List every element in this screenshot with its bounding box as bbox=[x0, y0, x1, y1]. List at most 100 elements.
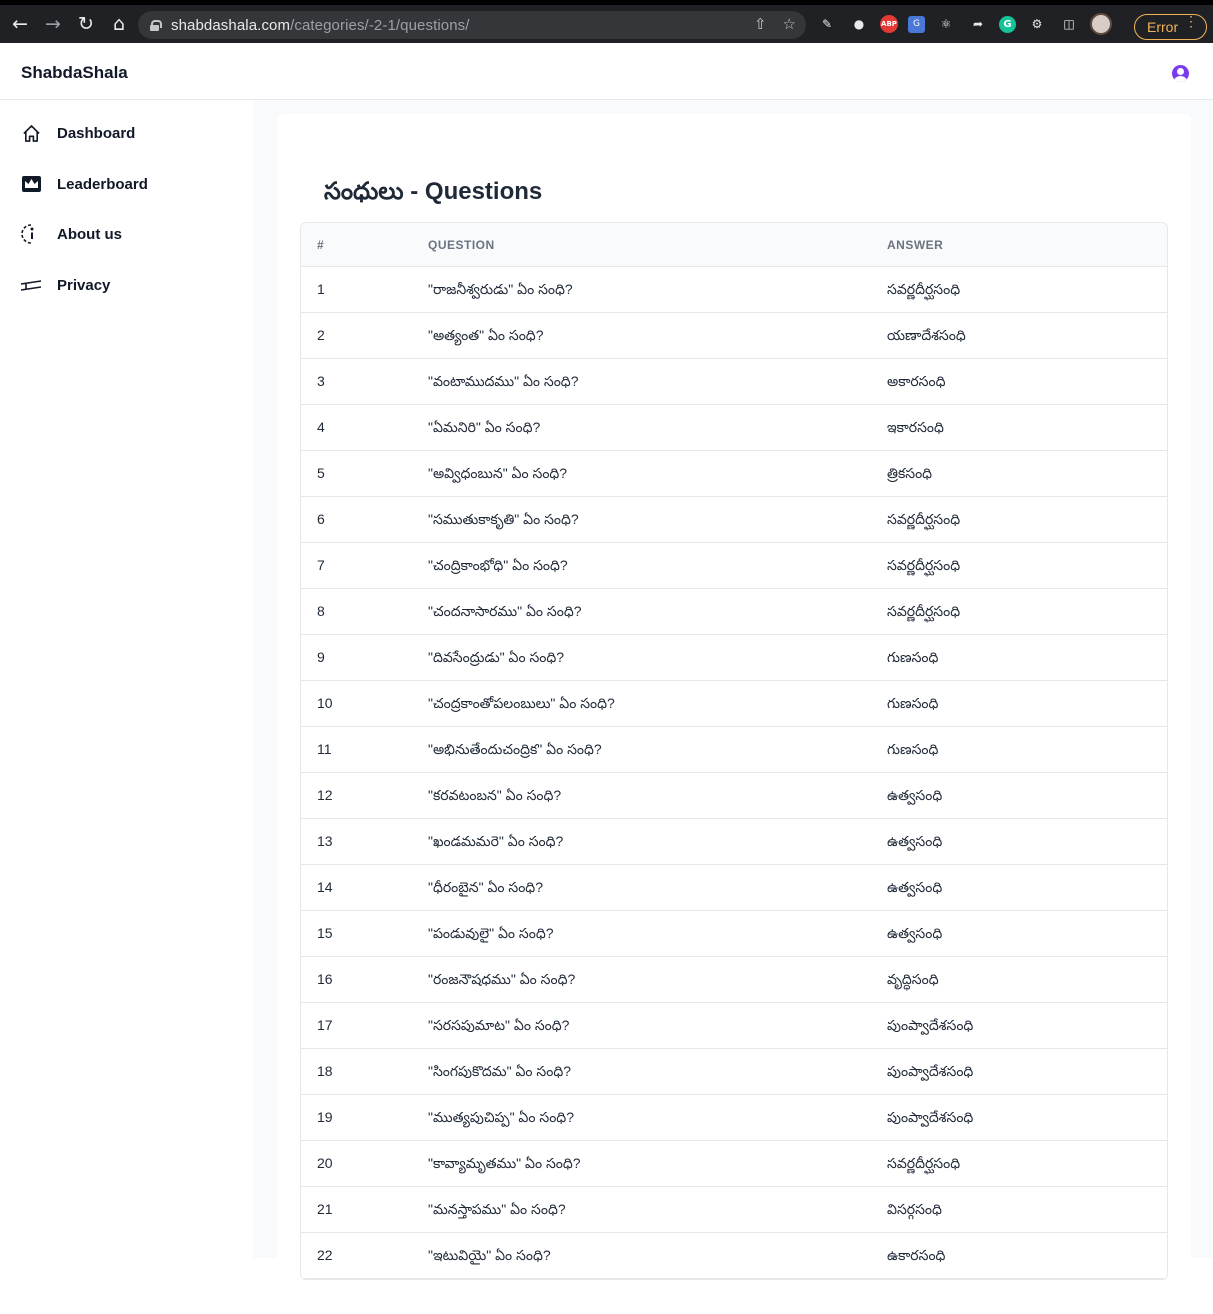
row-answer: వృద్ధిసంధి bbox=[887, 971, 939, 987]
table-row: 4 "ఏమనిరి" ఏం సంధి? ఇకారసంధి bbox=[301, 405, 1167, 451]
table-row: 20 "కావ్యామృతము" ఏం సంధి? సవర్ణదీర్ఘసంధి bbox=[301, 1141, 1167, 1187]
table-row: 3 "వంటాముదము" ఏం సంధి? అకారసంధి bbox=[301, 359, 1167, 405]
table-row: 11 "అభినుతేందుచంద్రిక" ఏం సంధి? గుణసంధి bbox=[301, 727, 1167, 773]
row-number: 19 bbox=[317, 1109, 333, 1125]
address-bar[interactable]: shabdashala.com/categories/-2-1/question… bbox=[138, 11, 806, 39]
row-number: 13 bbox=[317, 833, 333, 849]
row-answer: పుంప్వాదేశసంధి bbox=[887, 1063, 974, 1079]
table-row: 19 "ముత్యపుచిప్ప" ఏం సంధి? పుంప్వాదేశసంధి bbox=[301, 1095, 1167, 1141]
lock-icon[interactable] bbox=[150, 19, 162, 31]
row-answer: యణాదేశసంధి bbox=[887, 327, 966, 343]
row-answer: ఇకారసంధి bbox=[887, 419, 944, 435]
row-question: "రంజనౌషధము" ఏం సంధి? bbox=[428, 971, 576, 987]
cookie-icon[interactable]: ● bbox=[848, 13, 870, 35]
bookmark-star-icon[interactable]: ☆ bbox=[783, 15, 796, 33]
row-question: "సరసపుమాట" ఏం సంధి? bbox=[428, 1017, 570, 1033]
row-answer: సవర్ణదీర్ఘసంధి bbox=[887, 1155, 961, 1171]
row-question: "సింగపుకొదమ" ఏం సంధి? bbox=[428, 1063, 572, 1079]
row-number: 6 bbox=[317, 511, 325, 527]
table-row: 8 "చందనాసారము" ఏం సంధి? సవర్ణదీర్ఘసంధి bbox=[301, 589, 1167, 635]
row-answer: పుంప్వాదేశసంధి bbox=[887, 1109, 974, 1125]
table-row: 17 "సరసపుమాట" ఏం సంధి? పుంప్వాదేశసంధి bbox=[301, 1003, 1167, 1049]
row-number: 3 bbox=[317, 373, 325, 389]
row-answer: సవర్ణదీర్ఘసంధి bbox=[887, 511, 961, 527]
row-question: "ఏమనిరి" ఏం సంధి? bbox=[428, 419, 541, 435]
row-question: "చందనాసారము" ఏం సంధి? bbox=[428, 603, 582, 619]
puzzle-icon[interactable]: ⚙ bbox=[1026, 13, 1048, 35]
privacy-icon bbox=[20, 274, 42, 296]
table-row: 6 "సముతుకాకృతి" ఏం సంధి? సవర్ణదీర్ఘసంధి bbox=[301, 497, 1167, 543]
error-button[interactable]: Error ⋮ bbox=[1134, 14, 1207, 40]
row-question: "అభినుతేందుచంద్రిక" ఏం సంధి? bbox=[428, 741, 602, 757]
grammarly-icon[interactable]: G bbox=[999, 15, 1016, 33]
table-body: 1 "రాజనీశ్వరుడు" ఏం సంధి? సవర్ణదీర్ఘసంధి 2 "… bbox=[301, 267, 1167, 1279]
row-number: 8 bbox=[317, 603, 325, 619]
row-answer: గుణసంధి bbox=[887, 741, 939, 757]
row-answer: గుణసంధి bbox=[887, 649, 939, 665]
sidebar-item-leaderboard[interactable]: Leaderboard bbox=[20, 171, 148, 197]
forward-icon[interactable]: → bbox=[37, 8, 69, 40]
translate-icon[interactable]: G bbox=[908, 15, 925, 33]
sidebar-toggle-icon[interactable]: ◫ bbox=[1058, 13, 1080, 35]
row-answer: ఉకారసంధి bbox=[887, 1247, 946, 1263]
row-number: 7 bbox=[317, 557, 325, 573]
row-answer: సవర్ణదీర్ఘసంధి bbox=[887, 557, 961, 573]
row-question: "సముతుకాకృతి" ఏం సంధి? bbox=[428, 511, 579, 527]
sidebar-item-dashboard[interactable]: Dashboard bbox=[20, 120, 135, 146]
atom-icon[interactable]: ⚛ bbox=[935, 13, 957, 35]
row-answer: విసర్గసంధి bbox=[887, 1201, 942, 1217]
row-question: "రాజనీశ్వరుడు" ఏం సంధి? bbox=[428, 281, 573, 297]
row-answer: ఉత్వసంధి bbox=[887, 833, 943, 849]
profile-avatar[interactable] bbox=[1090, 13, 1112, 35]
header-answer: ANSWER bbox=[887, 238, 944, 252]
user-account-icon[interactable] bbox=[1172, 65, 1189, 82]
row-answer: అకారసంధి bbox=[887, 373, 946, 389]
logo[interactable]: ShabdaShala bbox=[21, 63, 128, 83]
table-header: # QUESTION ANSWER bbox=[301, 223, 1167, 267]
row-question: "చంద్రికాంభోధి" ఏం సంధి? bbox=[428, 557, 568, 573]
table-row: 14 "ధీరంబైన" ఏం సంధి? ఉత్వసంధి bbox=[301, 865, 1167, 911]
reload-icon[interactable]: ↻ bbox=[70, 8, 102, 40]
row-number: 17 bbox=[317, 1017, 333, 1033]
table-row: 22 "ఇటువియై" ఏం సంధి? ఉకారసంధి bbox=[301, 1233, 1167, 1279]
row-number: 11 bbox=[317, 741, 332, 757]
sidebar-item-about[interactable]: About us bbox=[20, 221, 122, 247]
row-question: "కరవటంబన" ఏం సంధి? bbox=[428, 787, 562, 803]
row-number: 20 bbox=[317, 1155, 333, 1171]
page-title: సంధులు - Questions bbox=[324, 178, 543, 205]
table-row: 15 "పండువులై" ఏం సంధి? ఉత్వసంధి bbox=[301, 911, 1167, 957]
table-row: 2 "అత్యంత" ఏం సంధి? యణాదేశసంధి bbox=[301, 313, 1167, 359]
row-answer: గుణసంధి bbox=[887, 695, 939, 711]
row-number: 15 bbox=[317, 925, 333, 941]
pen-icon[interactable]: ✎ bbox=[816, 13, 838, 35]
back-icon[interactable]: ← bbox=[4, 8, 36, 40]
row-number: 14 bbox=[317, 879, 333, 895]
row-number: 4 bbox=[317, 419, 325, 435]
adblock-icon[interactable]: ABP bbox=[880, 15, 898, 33]
row-answer: త్రికసంధి bbox=[887, 465, 933, 481]
sidebar-item-label: Privacy bbox=[57, 276, 111, 294]
row-answer: ఉత్వసంధి bbox=[887, 879, 943, 895]
row-number: 16 bbox=[317, 971, 333, 987]
more-icon[interactable]: ⋮ bbox=[1184, 14, 1198, 28]
browser-toolbar: ← → ↻ ⌂ shabdashala.com/categories/-2-1/… bbox=[0, 0, 1213, 43]
row-number: 21 bbox=[317, 1201, 333, 1217]
sidebar-item-label: Dashboard bbox=[57, 124, 136, 142]
arrow-extension-icon[interactable]: ➦ bbox=[967, 13, 989, 35]
home-icon[interactable]: ⌂ bbox=[103, 8, 135, 40]
questions-table: # QUESTION ANSWER 1 "రాజనీశ్వరుడు" ఏం సంధ… bbox=[300, 222, 1168, 1280]
sidebar-item-label: Leaderboard bbox=[57, 175, 148, 193]
home-icon bbox=[20, 122, 42, 144]
app-header: ShabdaShala bbox=[0, 43, 1213, 100]
row-question: "అత్యంత" ఏం సంధి? bbox=[428, 327, 544, 343]
row-answer: సవర్ణదీర్ఘసంధి bbox=[887, 603, 961, 619]
sidebar-item-privacy[interactable]: Privacy bbox=[20, 272, 110, 298]
row-question: "అవ్విధంబున" ఏం సంధి? bbox=[428, 465, 568, 481]
row-answer: ఉత్వసంధి bbox=[887, 925, 943, 941]
url-text: shabdashala.com/categories/-2-1/question… bbox=[171, 16, 470, 34]
table-row: 1 "రాజనీశ్వరుడు" ఏం సంధి? సవర్ణదీర్ఘసంధి bbox=[301, 267, 1167, 313]
table-row: 18 "సింగపుకొదమ" ఏం సంధి? పుంప్వాదేశసంధి bbox=[301, 1049, 1167, 1095]
share-icon[interactable]: ⇧ bbox=[754, 15, 767, 33]
table-row: 9 "దివసేంద్రుడు" ఏం సంధి? గుణసంధి bbox=[301, 635, 1167, 681]
sidebar-item-label: About us bbox=[57, 225, 122, 243]
